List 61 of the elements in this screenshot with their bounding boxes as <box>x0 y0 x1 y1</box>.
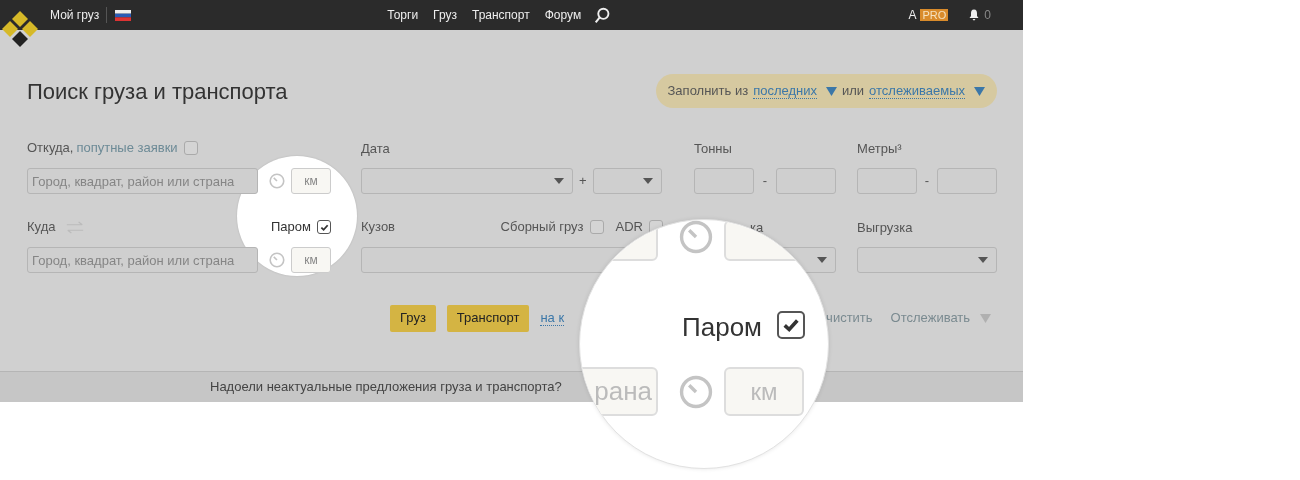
to-label: Куда <box>27 218 56 237</box>
checkbox[interactable] <box>777 311 805 339</box>
groupage-label: Сборный груз <box>500 218 584 237</box>
dropdown-triangle-icon[interactable] <box>980 313 992 323</box>
flag-icon[interactable] <box>115 9 132 21</box>
nav-link[interactable]: Форум <box>544 6 582 24</box>
radius-dial-icon[interactable] <box>269 173 285 189</box>
input-field[interactable] <box>776 168 836 194</box>
radius-dial-icon[interactable] <box>269 252 285 268</box>
dropdown[interactable] <box>857 247 997 273</box>
magnified-km-text: км <box>750 376 778 407</box>
fill-from-label: Заполнить из <box>667 82 749 101</box>
dropdown-triangle-icon[interactable] <box>974 86 985 96</box>
checkmark-icon <box>319 222 329 232</box>
bell-icon[interactable] <box>968 9 981 21</box>
cubic-meters-label: Метры³ <box>857 140 903 157</box>
input-field[interactable] <box>694 168 754 194</box>
ferry-label: Паром <box>271 218 311 237</box>
date-label: Дата <box>361 140 391 157</box>
checkbox[interactable] <box>317 220 331 234</box>
radius-dial-icon[interactable] <box>679 220 713 254</box>
notice-text: Надоели неактуальные предложения груза и транспорта? <box>210 378 562 397</box>
radius-dial-icon[interactable] <box>679 375 713 409</box>
nav-link[interactable]: Груз <box>433 6 457 24</box>
dropdown[interactable] <box>361 168 573 194</box>
tons-label: Тонны <box>694 140 733 157</box>
input-field[interactable] <box>937 168 997 194</box>
input-field[interactable] <box>857 168 917 194</box>
transport-search-button[interactable]: Транспорт <box>446 304 530 332</box>
range-dash: - <box>762 172 768 191</box>
user-name[interactable]: А <box>908 6 917 24</box>
page-title: Поиск груза и транспорта <box>27 77 288 106</box>
km-input[interactable]: км <box>291 247 331 273</box>
range-dash: - <box>924 172 930 191</box>
nav-link[interactable]: Транспорт <box>471 6 530 24</box>
caret-icon <box>642 178 653 184</box>
body-type-label: Кузов <box>361 218 396 237</box>
or-label: или <box>842 82 865 101</box>
caret-icon <box>817 257 827 263</box>
cargo-search-button[interactable]: Груз <box>390 304 436 332</box>
magnified-ferry-label: Паром <box>682 311 762 344</box>
km-input[interactable]: км <box>291 168 331 194</box>
from-input[interactable]: Город, квадрат, район или страна <box>27 168 259 194</box>
to-input[interactable]: Город, квадрат, район или страна <box>27 247 259 273</box>
pro-badge: PRO <box>920 9 949 21</box>
caret-icon <box>978 257 988 263</box>
magnified-place-text: рана <box>594 375 652 408</box>
my-cargo-link[interactable]: Мой груз <box>50 6 100 24</box>
checkbox[interactable] <box>589 220 604 234</box>
dropdown-triangle-icon[interactable] <box>826 86 837 96</box>
plus-sign: + <box>579 172 587 191</box>
logo-icon[interactable] <box>0 10 40 50</box>
nav-link[interactable]: Торги <box>387 6 419 24</box>
notification-count: 0 <box>984 7 991 24</box>
checkbox[interactable] <box>183 141 198 155</box>
from-label: Откуда, <box>27 139 74 158</box>
adr-label: ADR <box>615 218 643 237</box>
dropdown[interactable] <box>592 168 662 194</box>
unloading-label: Выгрузка <box>857 219 914 236</box>
caret-icon <box>554 178 564 184</box>
search-icon[interactable] <box>594 6 612 24</box>
